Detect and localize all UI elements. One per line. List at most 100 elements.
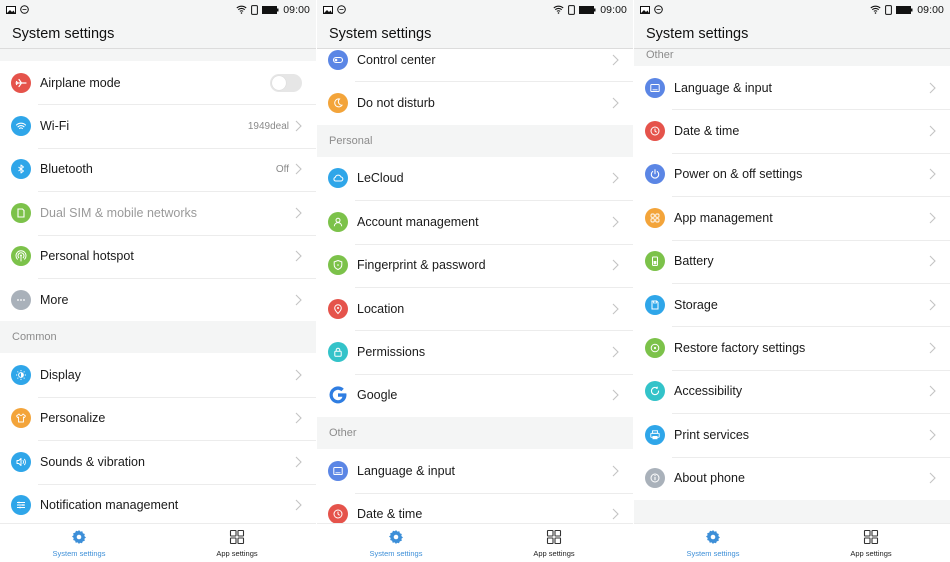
- account-icon: [328, 211, 348, 232]
- gallery-notification-icon: [6, 5, 16, 14]
- item-label: Fingerprint & password: [357, 258, 486, 273]
- settings-item-account-management[interactable]: Account management: [317, 200, 633, 244]
- gear-icon: [72, 530, 86, 544]
- settings-group: Airplane mode Wi-Fi 1949deal Bluetooth Off Du…: [0, 61, 316, 322]
- settings-item-fingerprint-and-password[interactable]: Fingerprint & password: [317, 243, 633, 287]
- settings-list[interactable]: Control center Do not disturb Personal LeCl…: [317, 49, 633, 523]
- settings-item-power-on-and-off-settings[interactable]: Power on & off settings: [634, 152, 950, 197]
- settings-item-app-management[interactable]: App management: [634, 196, 950, 240]
- chevron-right-icon: [295, 456, 302, 468]
- settings-item-airplane-mode[interactable]: Airplane mode: [0, 61, 316, 105]
- settings-item-battery[interactable]: Battery: [634, 239, 950, 283]
- settings-item-more[interactable]: More: [0, 277, 316, 322]
- settings-item-language-and-input[interactable]: Language & input: [317, 449, 633, 493]
- status-right: 09:00: [553, 4, 627, 16]
- section-header-common: Common: [0, 321, 316, 354]
- tab-system-settings[interactable]: System settings: [634, 524, 792, 562]
- app-header: System settings: [0, 19, 316, 49]
- location-icon: [328, 298, 348, 319]
- settings-list[interactable]: Wireless & networks Airplane mode Wi-Fi 194…: [0, 49, 316, 523]
- wifi-icon: [11, 116, 31, 137]
- item-label: Storage: [674, 297, 718, 312]
- settings-screen-1: 09:00 System settings Wireless & networks…: [0, 0, 316, 562]
- sound-icon: [11, 451, 31, 472]
- tab-label: App settings: [533, 549, 575, 558]
- settings-item-accessibility[interactable]: Accessibility: [634, 369, 950, 414]
- settings-group: LeCloud Account management Fingerprint & p…: [317, 156, 633, 418]
- grid-icon: [546, 529, 562, 545]
- settings-item-display[interactable]: Display: [0, 353, 316, 397]
- settings-list[interactable]: Other Language & input Date & time Power on…: [634, 49, 950, 523]
- settings-screen-2: 09:00 System settings Control center Do no…: [317, 0, 633, 562]
- tab-system-settings[interactable]: System settings: [0, 524, 158, 562]
- chevron-right-icon: [612, 173, 619, 184]
- item-label: Language & input: [674, 80, 773, 95]
- settings-item-personal-hotspot[interactable]: Personal hotspot: [0, 234, 316, 278]
- tab-app-settings[interactable]: App settings: [792, 524, 950, 562]
- settings-item-bluetooth[interactable]: Bluetooth Off: [0, 147, 316, 192]
- notification-circle-icon: [654, 5, 663, 14]
- item-label: Wi-Fi: [40, 119, 70, 134]
- airplane-mode-toggle[interactable]: [270, 73, 302, 92]
- keyboard-icon: [328, 460, 348, 481]
- settings-item-restore-factory-settings[interactable]: Restore factory settings: [634, 326, 950, 370]
- settings-item-sounds-and-vibration[interactable]: Sounds & vibration: [0, 440, 316, 484]
- settings-item-permissions[interactable]: Permissions: [317, 330, 633, 374]
- wifi-signal-icon: [236, 5, 247, 14]
- chevron-right-icon: [295, 250, 302, 262]
- settings-item-personalize[interactable]: Personalize: [0, 396, 316, 441]
- settings-item-date-and-time[interactable]: Date & time: [634, 109, 950, 153]
- item-value: Off: [275, 163, 289, 175]
- section-header-personal: Personal: [317, 124, 633, 157]
- status-bar: 09:00: [317, 0, 633, 19]
- settings-group: Language & input Date & time Power on & of…: [634, 66, 950, 500]
- battery-status-icon: [896, 5, 913, 14]
- settings-item-print-services[interactable]: Print services: [634, 413, 950, 457]
- apps-icon: [645, 207, 665, 228]
- chevron-right-icon: [612, 508, 619, 520]
- tab-system-settings[interactable]: System settings: [317, 524, 475, 562]
- chevron-right-icon: [929, 386, 936, 397]
- section-header-other: Other: [317, 417, 633, 450]
- tab-app-settings[interactable]: App settings: [475, 524, 633, 562]
- item-label: Sounds & vibration: [40, 454, 145, 469]
- settings-screen-3: 09:00 System settings Other Language & inp…: [634, 0, 950, 562]
- settings-item-do-not-disturb[interactable]: Do not disturb: [317, 81, 633, 125]
- bottom-nav: System settings App settings: [317, 523, 633, 562]
- settings-item-storage[interactable]: Storage: [634, 282, 950, 327]
- bottom-nav: System settings App settings: [634, 523, 950, 562]
- control-center-icon: [328, 49, 348, 70]
- item-label: Accessibility: [674, 384, 743, 399]
- tab-label: System settings: [369, 549, 423, 558]
- settings-item-location[interactable]: Location: [317, 286, 633, 331]
- settings-item-dual-sim-and-mobile-networks[interactable]: Dual SIM & mobile networks: [0, 191, 316, 235]
- google-icon: [328, 385, 348, 405]
- item-label: App management: [674, 210, 773, 225]
- status-time: 09:00: [283, 3, 310, 16]
- item-value: 1949deal: [247, 120, 289, 132]
- chevron-right-icon: [295, 369, 302, 381]
- sim-card-icon: [885, 4, 893, 15]
- item-label: Language & input: [357, 463, 456, 478]
- display-icon: [11, 365, 31, 386]
- grid-icon: [863, 529, 879, 545]
- sim-card-icon: [251, 4, 259, 15]
- settings-item-wi-fi[interactable]: Wi-Fi 1949deal: [0, 104, 316, 148]
- clock-icon: [645, 121, 665, 142]
- settings-item-notification-management[interactable]: Notification management: [0, 483, 316, 523]
- settings-item-control-center[interactable]: Control center: [317, 49, 633, 82]
- settings-item-about-phone[interactable]: About phone: [634, 456, 950, 500]
- chevron-right-icon: [295, 499, 302, 511]
- settings-item-language-and-input[interactable]: Language & input: [634, 66, 950, 110]
- item-label: Location: [357, 301, 405, 316]
- settings-item-google[interactable]: Google: [317, 373, 633, 418]
- tab-label: App settings: [850, 549, 892, 558]
- chevron-right-icon: [295, 164, 302, 175]
- status-left: [6, 5, 29, 14]
- tab-app-settings[interactable]: App settings: [158, 524, 316, 562]
- status-left: [640, 5, 663, 14]
- settings-item-lecloud[interactable]: LeCloud: [317, 156, 633, 201]
- chevron-right-icon: [295, 120, 302, 132]
- settings-item-date-and-time[interactable]: Date & time: [317, 492, 633, 523]
- page-title: System settings: [12, 25, 115, 42]
